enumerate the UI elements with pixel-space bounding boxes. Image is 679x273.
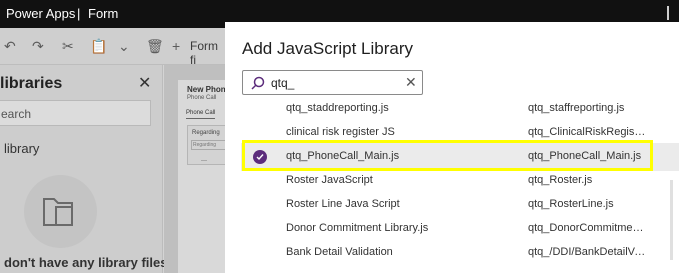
search-value[interactable]: qtq_	[271, 76, 294, 90]
form-preview-subtitle: Phone Call	[187, 95, 217, 101]
library-search-input[interactable]: earch	[0, 100, 151, 126]
library-display-name: Roster JavaScript	[286, 174, 373, 186]
new-form-button[interactable]: Form fi	[190, 39, 225, 67]
form-field-placeholder: ---	[201, 158, 207, 164]
cut-icon[interactable]: ✂	[62, 39, 74, 53]
add-icon[interactable]: +	[172, 39, 180, 53]
add-library-button[interactable]: library	[4, 141, 39, 156]
library-pane-title: libraries	[0, 75, 63, 92]
library-row[interactable]: Bank Detail Validation qtq_/DDI/BankDeta…	[241, 239, 679, 267]
title-separator: |	[77, 6, 81, 21]
form-preview-tab[interactable]: Phone Call	[186, 110, 216, 119]
library-display-name: Roster Line Java Script	[286, 198, 400, 210]
library-name: qtq_staffreporting.js	[528, 102, 625, 114]
library-name: qtq_DonorCommitmentLi...	[528, 222, 648, 234]
chevron-down-icon[interactable]: ⌄	[118, 39, 130, 53]
library-display-name: Donor Commitment Library.js	[286, 222, 429, 234]
library-name: qtq_RosterLine.js	[528, 198, 614, 210]
library-display-name: qtq_staddreporting.js	[286, 102, 389, 114]
dialog-scrollbar[interactable]	[670, 180, 673, 260]
library-name: qtq_ClinicalRiskRegisterJS	[528, 126, 648, 138]
library-display-name: Bank Detail Validation	[286, 246, 393, 258]
library-name: qtq_Roster.js	[528, 174, 593, 186]
close-icon[interactable]: ✕	[138, 73, 151, 93]
empty-library-message: don't have any library files	[4, 255, 168, 270]
annotation-highlight-box	[242, 140, 653, 171]
form-preview-title: New Phone	[187, 85, 231, 94]
form-preview-card: New Phone Phone Call Phone Call Regardin…	[178, 80, 230, 273]
app-name[interactable]: Power Apps	[6, 6, 75, 21]
page-title: Form	[88, 6, 119, 21]
library-pane: libraries ✕ earch library don't have any…	[0, 65, 167, 273]
form-preview-section[interactable]: Regarding Regarding ---	[187, 125, 227, 165]
search-icon	[251, 76, 265, 90]
empty-library-illustration	[24, 175, 97, 248]
library-search-input[interactable]: qtq_ ✕	[242, 70, 423, 95]
header-corner-icon	[667, 6, 675, 20]
form-field-label: Regarding	[192, 130, 220, 136]
delete-icon[interactable]: 🗑	[146, 39, 164, 53]
form-field-input: Regarding	[191, 140, 227, 150]
folder-icon	[43, 198, 73, 226]
paste-icon[interactable]: 📋	[90, 39, 107, 53]
command-bar: ↶ ↷ ✂ 📋 ⌄ 🗑 + Form fi	[0, 28, 225, 67]
library-name: qtq_/DDI/BankDetailValid...	[528, 246, 648, 258]
redo-icon[interactable]: ↷	[32, 39, 44, 53]
library-display-name: clinical risk register JS	[286, 126, 395, 138]
clear-search-icon[interactable]: ✕	[405, 74, 417, 91]
undo-icon[interactable]: ↶	[4, 39, 16, 53]
dialog-title: Add JavaScript Library	[242, 39, 414, 58]
